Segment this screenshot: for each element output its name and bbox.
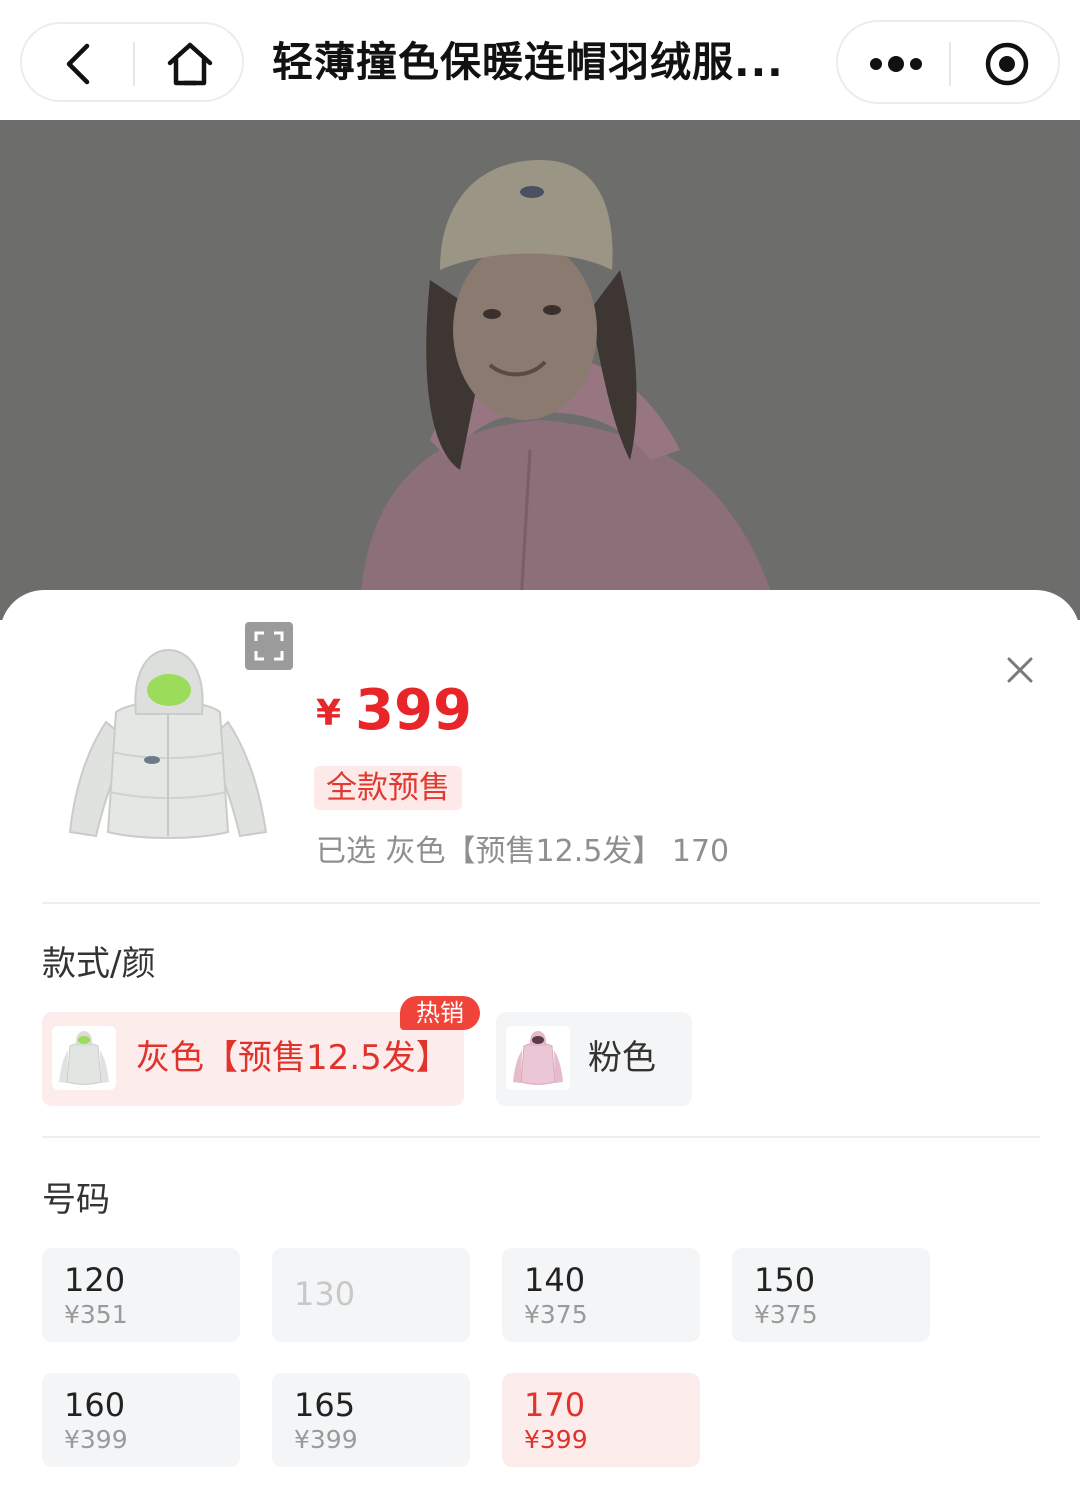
chevron-left-icon bbox=[66, 43, 90, 85]
size-option-120[interactable]: 120 ¥351 bbox=[42, 1248, 240, 1342]
size-label: 170 bbox=[524, 1386, 586, 1424]
size-option-160[interactable]: 160 ¥399 bbox=[42, 1373, 240, 1467]
size-section-title: 号码 bbox=[42, 1180, 110, 1220]
size-label: 130 bbox=[294, 1275, 356, 1313]
expand-image-button[interactable] bbox=[245, 622, 293, 670]
product-price: ¥399 bbox=[316, 678, 472, 748]
more-dots-icon bbox=[870, 56, 922, 72]
sku-selection-sheet: ¥399 全款预售 已选 灰色【预售12.5发】 170 款式/颜 灰色【预售1… bbox=[0, 590, 1080, 1491]
size-price: ¥399 bbox=[524, 1425, 588, 1454]
product-hero-image bbox=[0, 120, 1080, 620]
color-option-pink[interactable]: 粉色 bbox=[496, 1012, 692, 1106]
product-thumbnail[interactable] bbox=[56, 642, 282, 852]
size-price: ¥375 bbox=[754, 1300, 818, 1329]
size-label: 140 bbox=[524, 1261, 586, 1299]
color-option-thumbnail bbox=[506, 1026, 570, 1090]
size-label: 165 bbox=[294, 1386, 356, 1424]
grey-jacket-mini-image bbox=[59, 1031, 109, 1085]
size-label: 120 bbox=[64, 1261, 126, 1299]
more-button[interactable] bbox=[856, 36, 936, 92]
target-circle-icon bbox=[985, 42, 1029, 86]
size-price: ¥375 bbox=[524, 1300, 588, 1329]
top-navigation-bar: 轻薄撞色保暖连帽羽绒服... bbox=[0, 0, 1080, 120]
fullscreen-icon bbox=[254, 631, 284, 661]
presale-tag: 全款预售 bbox=[314, 766, 462, 810]
home-icon bbox=[167, 42, 213, 86]
nav-capsule-right bbox=[836, 20, 1060, 104]
divider bbox=[42, 902, 1040, 904]
capsule-divider bbox=[949, 42, 951, 86]
color-section-title: 款式/颜 bbox=[42, 944, 156, 984]
grey-down-jacket-image bbox=[68, 648, 268, 839]
pink-jacket-mini-image bbox=[513, 1031, 563, 1085]
size-option-165[interactable]: 165 ¥399 bbox=[272, 1373, 470, 1467]
nav-capsule-left bbox=[20, 22, 244, 102]
size-option-140[interactable]: 140 ¥375 bbox=[502, 1248, 700, 1342]
size-option-130[interactable]: 130 bbox=[272, 1248, 470, 1342]
home-button[interactable] bbox=[154, 36, 226, 92]
back-button[interactable] bbox=[46, 36, 110, 92]
size-label: 160 bbox=[64, 1386, 126, 1424]
hot-sale-badge: 热销 bbox=[400, 996, 480, 1030]
close-icon bbox=[1007, 657, 1033, 683]
close-miniprogram-button[interactable] bbox=[968, 36, 1046, 92]
divider bbox=[42, 1136, 1040, 1138]
size-price: ¥399 bbox=[64, 1425, 128, 1454]
currency-symbol: ¥ bbox=[316, 693, 342, 734]
color-option-label: 灰色【预售12.5发】 bbox=[136, 1038, 450, 1078]
capsule-divider bbox=[133, 42, 135, 86]
size-option-150[interactable]: 150 ¥375 bbox=[732, 1248, 930, 1342]
color-option-label: 粉色 bbox=[588, 1038, 656, 1078]
price-value: 399 bbox=[355, 678, 472, 743]
size-price: ¥351 bbox=[64, 1300, 128, 1329]
size-option-170[interactable]: 170 ¥399 bbox=[502, 1373, 700, 1467]
model-photo-illustration bbox=[0, 120, 1080, 620]
selected-summary: 已选 灰色【预售12.5发】 170 bbox=[316, 834, 730, 869]
size-label: 150 bbox=[754, 1261, 816, 1299]
close-sheet-button[interactable] bbox=[996, 646, 1044, 694]
page-title: 轻薄撞色保暖连帽羽绒服... bbox=[272, 38, 784, 86]
color-option-thumbnail bbox=[52, 1026, 116, 1090]
size-price: ¥399 bbox=[294, 1425, 358, 1454]
